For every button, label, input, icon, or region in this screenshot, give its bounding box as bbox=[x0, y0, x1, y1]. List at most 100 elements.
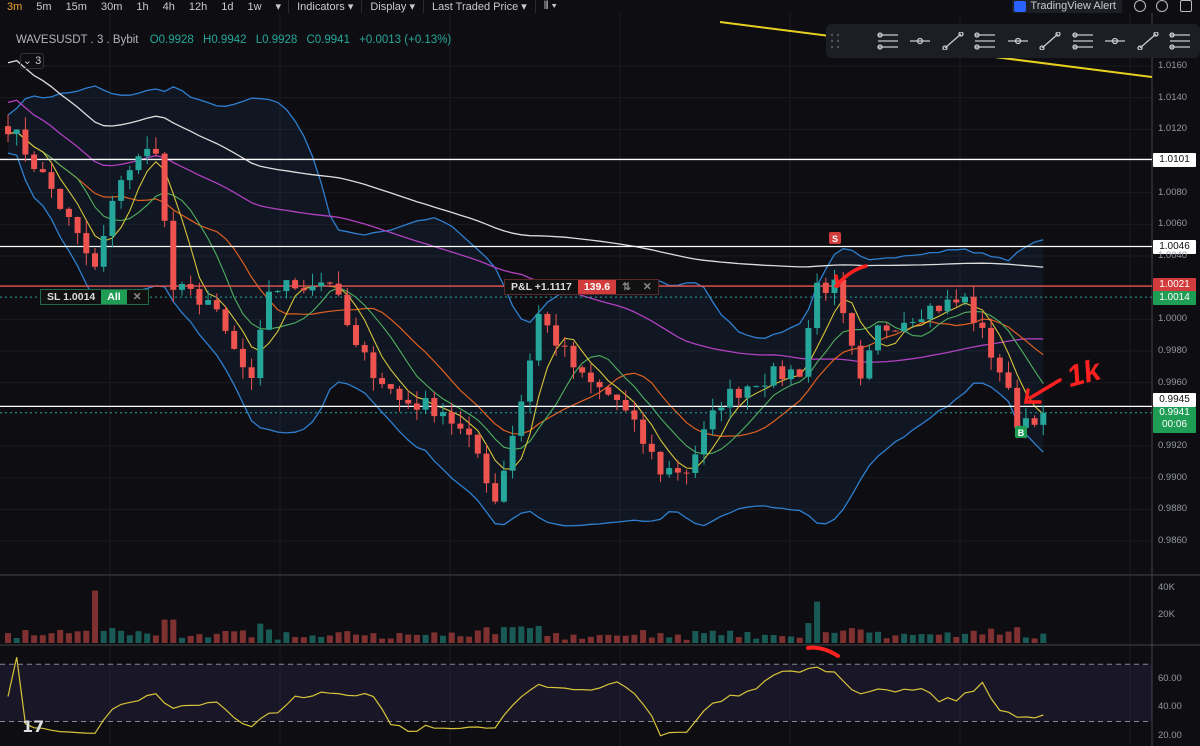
candle-body bbox=[92, 253, 98, 267]
position-pnl[interactable]: P&L +1.1117 139.6 ⇅ ✕ bbox=[504, 279, 659, 295]
candle-body bbox=[1005, 372, 1012, 388]
volume-bar bbox=[126, 635, 133, 643]
volume-bar bbox=[614, 635, 620, 643]
volume-bar bbox=[840, 630, 847, 643]
volume-bar bbox=[579, 638, 586, 643]
price-label-4: 1.0014 bbox=[1153, 291, 1196, 305]
fib-tool-icon[interactable] bbox=[1071, 32, 1094, 50]
axis-tick: 40.00 bbox=[1158, 701, 1182, 713]
volume-bar bbox=[492, 634, 499, 643]
volume-bar bbox=[379, 638, 386, 643]
candle-body bbox=[709, 410, 716, 430]
timeframe-more[interactable]: ▾ bbox=[269, 0, 289, 13]
axis-tick: 1.0000 bbox=[1158, 313, 1188, 325]
timeframe-12h[interactable]: 12h bbox=[182, 1, 214, 13]
candle-body bbox=[292, 280, 299, 289]
trendline-tool-icon[interactable] bbox=[941, 31, 964, 51]
close-icon[interactable]: ✕ bbox=[637, 280, 658, 294]
candle-body bbox=[944, 299, 951, 312]
volume-bar bbox=[561, 639, 568, 643]
volume-bar bbox=[283, 632, 290, 643]
volume-bar bbox=[1005, 631, 1012, 643]
candle-body bbox=[796, 369, 803, 377]
candle-body bbox=[309, 286, 316, 291]
candle-body bbox=[761, 385, 768, 387]
regression-channel-tool-icon[interactable] bbox=[909, 32, 931, 50]
parallel-channel-tool-icon[interactable] bbox=[876, 32, 899, 50]
price-label-1: 1.0101 bbox=[1153, 153, 1196, 167]
gear-icon[interactable] bbox=[1156, 0, 1168, 12]
indicators-menu[interactable]: Indicators ▾ bbox=[288, 0, 361, 13]
display-menu[interactable]: Display ▾ bbox=[361, 0, 423, 13]
ray-tool-icon[interactable] bbox=[974, 32, 996, 50]
close-icon[interactable]: ✕ bbox=[127, 290, 148, 304]
volume-bar bbox=[866, 632, 873, 643]
indicators-collapse-button[interactable]: ⌄ 3 bbox=[20, 53, 44, 69]
volume-bar bbox=[640, 630, 647, 643]
pitchfork-tool-icon[interactable] bbox=[1169, 32, 1191, 50]
price-type-menu[interactable]: Last Traded Price ▾ bbox=[423, 0, 535, 13]
candle-body bbox=[718, 407, 725, 411]
axis-tick: 0.9960 bbox=[1158, 376, 1188, 388]
timeframe-30m[interactable]: 30m bbox=[94, 1, 129, 13]
timeframe-5m[interactable]: 5m bbox=[29, 1, 58, 13]
volume-bar bbox=[309, 635, 316, 643]
volume-bar bbox=[335, 632, 342, 643]
candle-body bbox=[318, 282, 325, 287]
volume-bar bbox=[631, 634, 638, 643]
candle-body bbox=[13, 129, 20, 135]
horizontal-line-tool-icon[interactable] bbox=[1007, 32, 1029, 50]
candle-body bbox=[1014, 387, 1021, 428]
axis-tick: 20.00 bbox=[1158, 729, 1182, 741]
timeframe-1d[interactable]: 1d bbox=[214, 1, 240, 13]
tradingview-alert-button[interactable]: TradingView Alert bbox=[1012, 0, 1122, 13]
volume-bar bbox=[83, 630, 90, 643]
sl-qty[interactable]: All bbox=[101, 290, 127, 304]
chart-type-menu[interactable]: ⫴ ▾ bbox=[534, 0, 565, 13]
volume-bar bbox=[457, 636, 464, 643]
volume-bar bbox=[370, 633, 377, 643]
volume-bar bbox=[709, 630, 716, 643]
candle-body bbox=[300, 288, 307, 291]
volume-bar bbox=[179, 637, 185, 643]
drag-handle-icon[interactable] bbox=[830, 32, 852, 50]
timeframe-3m[interactable]: 3m bbox=[0, 1, 29, 13]
timeframe-4h[interactable]: 4h bbox=[156, 1, 182, 13]
candle-body bbox=[518, 401, 525, 436]
volume-bar bbox=[683, 639, 690, 643]
candle-body bbox=[248, 367, 255, 378]
rectangle-tool-icon[interactable] bbox=[1104, 32, 1126, 50]
horizontal-ray-tool-icon[interactable] bbox=[1039, 31, 1061, 51]
candle-body bbox=[857, 345, 864, 379]
volume-bar bbox=[152, 635, 159, 643]
price-chart[interactable]: S B 1k bbox=[0, 0, 1200, 746]
volume-bar bbox=[440, 635, 446, 643]
volume-bar bbox=[988, 628, 995, 643]
stop-loss-order[interactable]: SL 1.0014 All ✕ bbox=[40, 289, 149, 305]
candle-body bbox=[622, 399, 629, 411]
candle-body bbox=[848, 313, 855, 346]
volume-bar bbox=[1014, 627, 1021, 643]
reverse-icon[interactable]: ⇅ bbox=[616, 280, 637, 294]
candle-body bbox=[222, 309, 229, 331]
candle-body bbox=[962, 296, 968, 303]
parallel-lines-tool-icon[interactable] bbox=[1136, 31, 1159, 51]
timeframe-1h[interactable]: 1h bbox=[129, 1, 155, 13]
volume-bar bbox=[648, 637, 655, 643]
candle-body bbox=[83, 233, 90, 254]
fullscreen-icon[interactable] bbox=[1180, 0, 1192, 12]
candle-body bbox=[666, 468, 673, 475]
timeframe-15m[interactable]: 15m bbox=[59, 1, 94, 13]
volume-bar bbox=[57, 629, 64, 643]
volume-bar bbox=[300, 637, 307, 643]
volume-bar bbox=[918, 634, 925, 643]
volume-bar bbox=[935, 634, 942, 643]
camera-icon[interactable] bbox=[1134, 0, 1146, 12]
volume-bar bbox=[326, 635, 333, 643]
candle-body bbox=[805, 328, 812, 377]
timeframe-1w[interactable]: 1w bbox=[240, 1, 268, 13]
candle-body bbox=[74, 217, 81, 234]
volume-bar bbox=[292, 636, 299, 643]
candle-body bbox=[509, 435, 516, 471]
alert-icon bbox=[1014, 1, 1027, 12]
